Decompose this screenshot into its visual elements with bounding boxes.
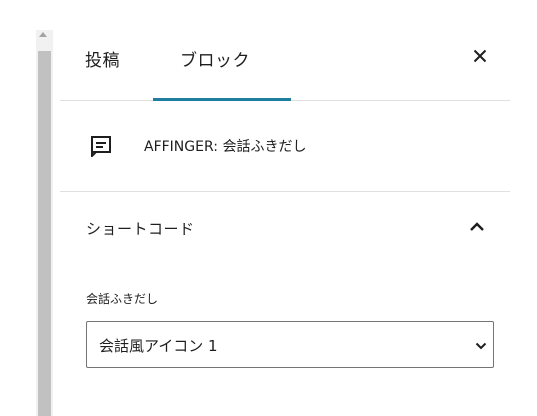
sidebar-tabs: 投稿 ブロック — [60, 30, 510, 101]
chevron-down-icon — [475, 342, 487, 350]
vertical-scrollbar[interactable] — [36, 30, 53, 416]
shortcode-section-toggle[interactable]: ショートコード — [60, 192, 510, 264]
tab-post[interactable]: 投稿 — [85, 46, 120, 71]
chevron-up-icon — [470, 222, 484, 231]
block-card: AFFINGER: 会話ふきだし — [60, 101, 510, 192]
close-icon — [473, 49, 487, 63]
editor-sidebar-page: 投稿 ブロック AFFINGER: 会話ふきだし ショートコード 会話ふきだし … — [0, 0, 537, 416]
balloon-select[interactable]: 会話風アイコン 1 — [86, 321, 494, 368]
block-default-icon — [91, 136, 111, 157]
tab-block[interactable]: ブロック — [180, 46, 250, 71]
select-value: 会話風アイコン 1 — [99, 337, 218, 355]
section-title: ショートコード — [86, 220, 195, 238]
shortcode-panel-section: ショートコード 会話ふきだし 会話風アイコン 1 — [60, 192, 510, 416]
scroll-thumb[interactable] — [38, 51, 51, 416]
close-button[interactable] — [468, 44, 492, 68]
block-title: AFFINGER: 会話ふきだし — [144, 139, 307, 155]
block-settings-panel: 投稿 ブロック AFFINGER: 会話ふきだし ショートコード 会話ふきだし … — [60, 0, 510, 416]
field-label: 会話ふきだし — [86, 292, 159, 306]
scroll-up-arrow-icon[interactable] — [39, 32, 47, 37]
